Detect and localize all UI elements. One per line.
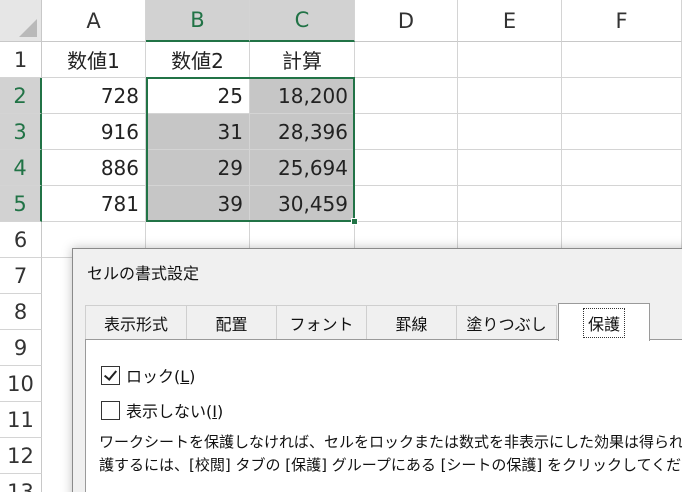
hidden-checkbox-row[interactable]: 表示しない(I) (101, 398, 223, 422)
checkmark-icon (103, 366, 118, 381)
cell-d5[interactable] (355, 186, 458, 222)
tab-label: 塗りつぶし (466, 315, 547, 334)
tab-font[interactable]: フォント (276, 305, 367, 340)
cell-b2[interactable]: 25 (146, 78, 250, 114)
tab-number-format[interactable]: 表示形式 (85, 305, 187, 340)
cell-f5[interactable] (562, 186, 682, 222)
cell-e5[interactable] (458, 186, 562, 222)
tab-alignment[interactable]: 配置 (186, 305, 277, 340)
tab-protection[interactable]: 保護 (558, 303, 650, 341)
cell-e2[interactable] (458, 78, 562, 114)
cell-f1[interactable] (562, 42, 682, 78)
row-header-10[interactable]: 10 (0, 366, 42, 402)
tab-border[interactable]: 罫線 (366, 305, 457, 340)
cell-a4[interactable]: 886 (42, 150, 146, 186)
cell-e3[interactable] (458, 114, 562, 150)
cell-d2[interactable] (355, 78, 458, 114)
cell-c5[interactable]: 30,459 (250, 186, 355, 222)
row-header-1[interactable]: 1 (0, 42, 42, 78)
hidden-checkbox[interactable] (101, 400, 120, 420)
tab-label: フォント (289, 315, 354, 334)
protection-panel: ロック(L) 表示しない(I) ワークシートを保護しなければ、セルをロックまたは… (85, 339, 682, 492)
column-header-a[interactable]: A (42, 0, 146, 42)
tab-label: 保護 (582, 307, 625, 338)
cell-c3[interactable]: 28,396 (250, 114, 355, 150)
row-header-8[interactable]: 8 (0, 294, 42, 330)
column-header-d[interactable]: D (355, 0, 458, 42)
cell-a3[interactable]: 916 (42, 114, 146, 150)
row-header-9[interactable]: 9 (0, 330, 42, 366)
cell-e1[interactable] (458, 42, 562, 78)
cell-d3[interactable] (355, 114, 458, 150)
cell-a5[interactable]: 781 (42, 186, 146, 222)
row-header-6[interactable]: 6 (0, 222, 42, 258)
cell-c1[interactable]: 計算 (250, 42, 355, 78)
cell-a1[interactable]: 数値1 (42, 42, 146, 78)
row-header-13[interactable]: 13 (0, 474, 42, 492)
column-header-c[interactable]: C (250, 0, 355, 42)
protection-description-line2: 護するには、[校閲] タブの [保護] グループにある [シートの保護] をクリ… (99, 456, 682, 474)
format-cells-dialog: セルの書式設定 表示形式 配置 フォント 罫線 塗りつぶし 保護 ロック(L) … (72, 248, 682, 492)
row-header-12[interactable]: 12 (0, 438, 42, 474)
hidden-label: 表示しない(I) (126, 402, 224, 421)
tab-label: 罫線 (395, 315, 428, 334)
row-header-11[interactable]: 11 (0, 402, 42, 438)
row-header-3[interactable]: 3 (0, 114, 42, 150)
fill-handle[interactable] (351, 218, 358, 225)
cell-e4[interactable] (458, 150, 562, 186)
tab-label: 配置 (215, 315, 248, 334)
cell-a2[interactable]: 728 (42, 78, 146, 114)
cell-c4[interactable]: 25,694 (250, 150, 355, 186)
cell-d4[interactable] (355, 150, 458, 186)
column-header-f[interactable]: F (562, 0, 682, 42)
tab-label: 表示形式 (103, 315, 168, 334)
row-header-2[interactable]: 2 (0, 78, 42, 114)
lock-label: ロック(L) (126, 367, 196, 386)
cell-b3[interactable]: 31 (146, 114, 250, 150)
protection-description-line1: ワークシートを保護しなければ、セルをロックまたは数式を非表示にした効果は得られ (99, 433, 682, 451)
select-all-triangle-icon (19, 19, 37, 37)
lock-checkbox[interactable] (101, 365, 120, 385)
lock-checkbox-row[interactable]: ロック(L) (101, 363, 195, 387)
row-header-7[interactable]: 7 (0, 258, 42, 294)
row-header-5[interactable]: 5 (0, 186, 42, 222)
cell-d1[interactable] (355, 42, 458, 78)
cell-b5[interactable]: 39 (146, 186, 250, 222)
column-header-b[interactable]: B (146, 0, 250, 42)
dialog-title: セルの書式設定 (87, 264, 200, 283)
tab-fill[interactable]: 塗りつぶし (456, 305, 557, 340)
cell-b1[interactable]: 数値2 (146, 42, 250, 78)
cell-f2[interactable] (562, 78, 682, 114)
cell-f4[interactable] (562, 150, 682, 186)
select-all-corner[interactable] (0, 0, 42, 42)
cell-c2[interactable]: 18,200 (250, 78, 355, 114)
column-header-e[interactable]: E (458, 0, 562, 42)
cell-b4[interactable]: 29 (146, 150, 250, 186)
row-header-4[interactable]: 4 (0, 150, 42, 186)
cell-f3[interactable] (562, 114, 682, 150)
